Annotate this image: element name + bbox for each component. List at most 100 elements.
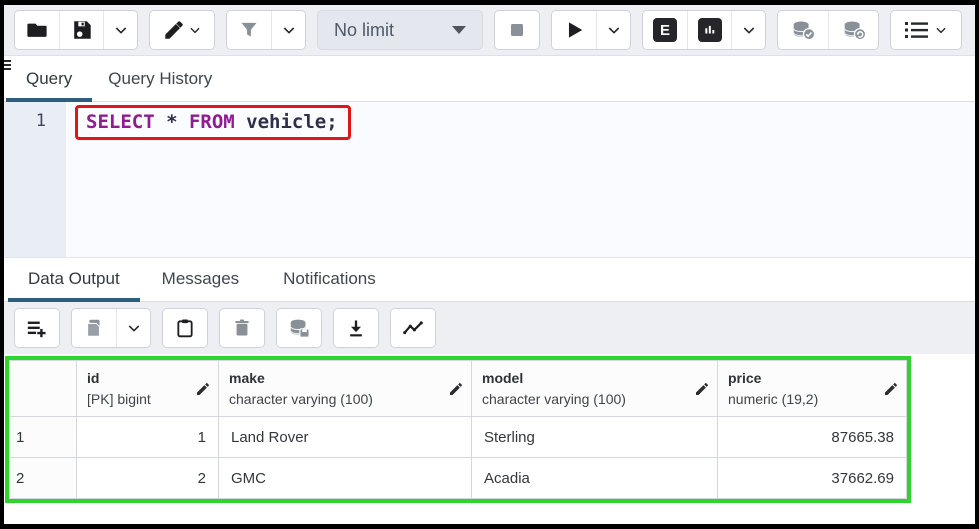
delete-row-button[interactable] — [220, 309, 264, 347]
clipboard-icon — [175, 317, 195, 339]
copy-icon — [83, 317, 105, 339]
paste-group — [162, 308, 208, 348]
data-output-panel: id [PK] bigint make character varying (1… — [4, 354, 975, 524]
copy-options-dropdown-button[interactable] — [116, 309, 150, 347]
column-name: model — [482, 368, 691, 388]
stop-icon — [508, 21, 526, 39]
numbered-list-icon — [904, 19, 930, 41]
add-row-button[interactable] — [15, 309, 59, 347]
save-options-dropdown-button[interactable] — [103, 11, 137, 49]
macros-dropdown-button[interactable] — [891, 11, 961, 49]
select-all-corner[interactable] — [10, 361, 77, 417]
save-results-to-file-button[interactable] — [334, 309, 378, 347]
column-type: character varying (100) — [229, 389, 445, 409]
cancel-button-group — [494, 10, 540, 50]
play-icon — [563, 19, 585, 41]
edit-button-group — [149, 10, 215, 50]
explain-icon: E — [653, 18, 677, 42]
paste-button[interactable] — [163, 309, 207, 347]
download-group — [333, 308, 379, 348]
column-type: character varying (100) — [482, 389, 691, 409]
panel-grip-icon[interactable] — [4, 60, 11, 70]
column-header-id[interactable]: id [PK] bigint — [77, 361, 219, 417]
file-button-group — [14, 10, 138, 50]
filter-button-group — [226, 10, 306, 50]
line-chart-icon — [401, 317, 425, 339]
save-data-changes-button[interactable] — [277, 309, 321, 347]
column-name: make — [229, 368, 445, 388]
tab-query[interactable]: Query — [12, 69, 86, 101]
chevron-down-icon — [741, 22, 757, 38]
trash-icon — [232, 317, 252, 339]
save-file-button[interactable] — [59, 11, 103, 49]
transaction-button-group — [777, 10, 879, 50]
header-row: id [PK] bigint make character varying (1… — [10, 361, 907, 417]
folder-icon — [26, 19, 48, 41]
open-file-button[interactable] — [15, 11, 59, 49]
edit-column-icon[interactable] — [694, 381, 710, 397]
sql-identifier: vehicle; — [235, 111, 338, 133]
cell-model[interactable]: Acadia — [472, 458, 718, 499]
tab-data-output[interactable]: Data Output — [14, 269, 134, 301]
edit-column-icon[interactable] — [883, 381, 899, 397]
copy-button[interactable] — [72, 309, 116, 347]
chevron-down-icon — [188, 23, 202, 37]
rollback-icon — [841, 18, 867, 42]
explain-button[interactable]: E — [643, 11, 687, 49]
save-icon — [71, 19, 93, 41]
cell-make[interactable]: GMC — [219, 458, 472, 499]
filter-button[interactable] — [227, 11, 271, 49]
delete-row-group — [219, 308, 265, 348]
column-header-model[interactable]: model character varying (100) — [472, 361, 718, 417]
results-table: id [PK] bigint make character varying (1… — [9, 360, 907, 499]
code-area[interactable]: SELECT * FROM vehicle; — [66, 102, 975, 257]
cell-model[interactable]: Sterling — [472, 417, 718, 458]
cell-price[interactable]: 37662.69 — [718, 458, 907, 499]
column-header-make[interactable]: make character varying (100) — [219, 361, 472, 417]
cell-price[interactable]: 87665.38 — [718, 417, 907, 458]
rollback-button[interactable] — [828, 11, 878, 49]
tab-messages[interactable]: Messages — [148, 269, 253, 301]
commit-button[interactable] — [778, 11, 828, 49]
chevron-down-icon — [281, 22, 297, 38]
table-row: 2 2 GMC Acadia 37662.69 — [10, 458, 907, 499]
tab-query-history[interactable]: Query History — [94, 69, 226, 101]
edit-column-icon[interactable] — [195, 381, 211, 397]
query-toolbar: No limit E — [4, 5, 975, 56]
explain-options-dropdown-button[interactable] — [731, 11, 765, 49]
commit-icon — [790, 18, 816, 42]
chevron-down-icon — [113, 22, 129, 38]
column-name: id — [87, 368, 192, 388]
execute-button[interactable] — [552, 11, 596, 49]
cell-make[interactable]: Land Rover — [219, 417, 472, 458]
line-number-gutter: 1 — [4, 102, 66, 257]
graph-visualiser-button[interactable] — [391, 309, 435, 347]
filter-icon — [239, 20, 259, 40]
copy-group — [71, 308, 151, 348]
cell-id[interactable]: 1 — [77, 417, 219, 458]
stop-button[interactable] — [495, 11, 539, 49]
macros-button-group — [890, 10, 962, 50]
row-number-cell[interactable]: 2 — [10, 458, 77, 499]
cell-id[interactable]: 2 — [77, 458, 219, 499]
column-header-price[interactable]: price numeric (19,2) — [718, 361, 907, 417]
caret-down-icon — [452, 26, 466, 34]
line-number: 1 — [4, 111, 66, 131]
sql-keyword-from: FROM — [189, 111, 235, 133]
sql-editor[interactable]: 1 SELECT * FROM vehicle; — [4, 102, 975, 258]
tab-notifications[interactable]: Notifications — [269, 269, 390, 301]
chevron-down-icon — [126, 320, 142, 336]
edit-column-icon[interactable] — [448, 381, 464, 397]
sql-star: * — [155, 111, 189, 133]
pencil-icon — [163, 19, 185, 41]
execute-options-dropdown-button[interactable] — [596, 11, 630, 49]
filter-options-dropdown-button[interactable] — [271, 11, 305, 49]
explain-button-group: E — [642, 10, 766, 50]
explain-analyze-button[interactable] — [687, 11, 731, 49]
output-tabbar: Data Output Messages Notifications — [4, 258, 975, 302]
row-limit-select[interactable]: No limit — [317, 10, 483, 50]
column-type: numeric (19,2) — [728, 389, 880, 409]
edit-dropdown-button[interactable] — [150, 11, 214, 49]
row-number-cell[interactable]: 1 — [10, 417, 77, 458]
sql-highlight-box: SELECT * FROM vehicle; — [75, 105, 351, 140]
